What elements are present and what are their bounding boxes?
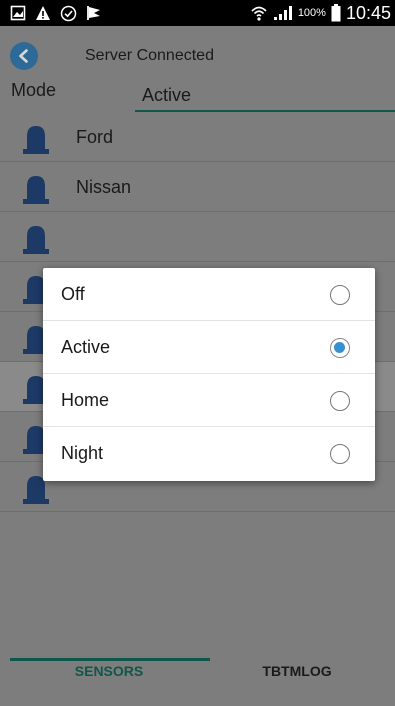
battery-percent: 100% bbox=[297, 7, 326, 19]
battery-icon bbox=[331, 4, 341, 22]
connection-status: Server Connected bbox=[85, 47, 214, 64]
mode-dialog: Off Active Home Night bbox=[43, 268, 375, 481]
header: Server Connected bbox=[0, 26, 395, 82]
gallery-icon bbox=[10, 5, 26, 21]
tab-sensors[interactable]: SENSORS bbox=[10, 635, 208, 706]
mode-option-night[interactable]: Night bbox=[43, 427, 375, 480]
list-item[interactable]: Nissan bbox=[0, 162, 395, 212]
radio-button[interactable] bbox=[330, 285, 350, 305]
list-item[interactable] bbox=[0, 212, 395, 262]
mode-option-active[interactable]: Active bbox=[43, 321, 375, 374]
sensor-name: Ford bbox=[76, 127, 114, 147]
status-bar: 100% 10:45 bbox=[0, 0, 395, 26]
radio-dot bbox=[334, 342, 345, 353]
option-label: Active bbox=[61, 337, 111, 357]
warning-icon bbox=[36, 6, 50, 20]
wifi-icon bbox=[251, 6, 267, 21]
flag-icon bbox=[87, 6, 100, 20]
signal-icon bbox=[273, 6, 292, 20]
clock: 10:45 bbox=[345, 2, 391, 23]
tab-tbtmlog[interactable]: TBTMLOG bbox=[198, 635, 395, 706]
mode-option-home[interactable]: Home bbox=[43, 374, 375, 427]
tab-bar: SENSORS TBTMLOG bbox=[0, 635, 395, 706]
alarm-light-icon bbox=[23, 226, 49, 254]
chevron-left-icon bbox=[19, 49, 28, 63]
back-button[interactable] bbox=[10, 42, 38, 70]
radio-button-checked[interactable] bbox=[330, 338, 350, 358]
mode-option-off[interactable]: Off bbox=[43, 268, 375, 321]
option-label: Night bbox=[61, 443, 104, 463]
radio-button[interactable] bbox=[330, 391, 350, 411]
radio-button[interactable] bbox=[330, 444, 350, 464]
alarm-light-icon bbox=[23, 126, 49, 154]
mode-label: Mode bbox=[11, 80, 57, 100]
status-right: 100% 10:45 bbox=[250, 2, 391, 24]
status-left-icons bbox=[10, 4, 102, 22]
option-label: Home bbox=[61, 390, 110, 410]
option-label: Off bbox=[61, 284, 85, 304]
alarm-light-icon bbox=[23, 176, 49, 204]
sensor-name: Nissan bbox=[76, 177, 132, 197]
check-circle-icon bbox=[60, 5, 77, 21]
list-item[interactable]: Ford bbox=[0, 112, 395, 162]
mode-selector[interactable]: Active bbox=[142, 85, 191, 106]
